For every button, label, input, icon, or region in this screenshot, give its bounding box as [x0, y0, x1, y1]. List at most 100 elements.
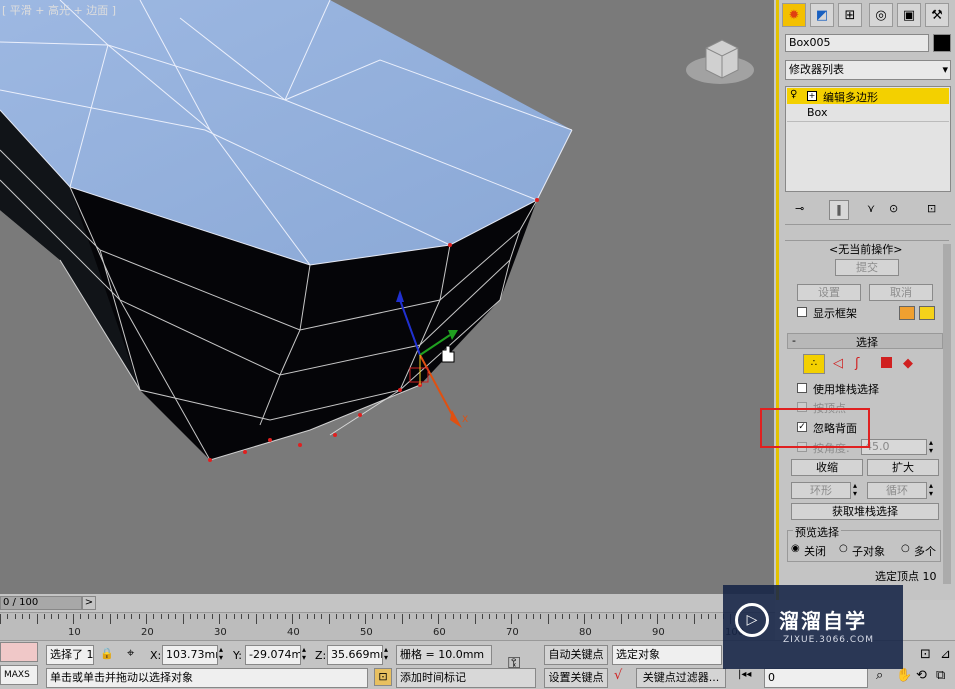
- orbit-icon[interactable]: ⟲: [916, 668, 927, 683]
- absolute-mode-icon[interactable]: ⌖: [127, 646, 134, 661]
- next-frame-icon[interactable]: >: [82, 596, 96, 610]
- timeline-tick: [562, 614, 564, 619]
- stack-item-box[interactable]: Box: [787, 105, 949, 122]
- timeline-tick-label: 60: [433, 627, 446, 638]
- utilities-tab[interactable]: ⚒: [925, 3, 949, 27]
- z-coord-field[interactable]: 35.669mm: [327, 645, 383, 665]
- show-end-icon[interactable]: ‖: [829, 200, 849, 220]
- timeline-tick: [255, 614, 257, 624]
- hierarchy-tab[interactable]: ⊞: [838, 3, 862, 27]
- selection-count: 选择了 1: [46, 645, 94, 665]
- preview-off-radio[interactable]: ◉: [791, 543, 800, 554]
- timeline-tick: [678, 614, 680, 619]
- timeline-tick: [664, 614, 666, 619]
- ring-spinner-icon[interactable]: ▴ ▾: [853, 482, 857, 498]
- create-tab[interactable]: ✹: [782, 3, 806, 27]
- polygon-mode-icon[interactable]: [881, 357, 892, 368]
- modifier-stack: ♀ + 编辑多边形 Box: [785, 86, 951, 192]
- timeline-tick: [481, 614, 483, 619]
- perspective-viewport[interactable]: X [ 平滑 + 高光 + 边面 ]: [0, 0, 774, 594]
- play-logo-icon: ▷: [735, 603, 769, 637]
- panel-scrollbar[interactable]: [943, 244, 951, 584]
- spinner-arrows-icon[interactable]: ▴ ▾: [929, 439, 933, 455]
- settings-button[interactable]: 设置: [797, 284, 861, 301]
- cage-color-swatch[interactable]: [899, 306, 915, 320]
- remove-modifier-icon[interactable]: ⊙: [889, 202, 898, 215]
- timeline-tick-label: 20: [141, 627, 154, 638]
- preview-subobject-radio[interactable]: ○: [839, 543, 848, 554]
- ring-button[interactable]: 环形: [791, 482, 851, 499]
- commit-button[interactable]: 提交: [835, 259, 899, 276]
- modify-tab[interactable]: ◩: [810, 3, 834, 27]
- get-stack-selection-button[interactable]: 获取堆栈选择: [791, 503, 939, 520]
- curve-icon[interactable]: √: [614, 668, 622, 683]
- viewcube-icon[interactable]: [686, 39, 754, 84]
- zoom-icon[interactable]: ⌕: [876, 668, 883, 683]
- modifier-list-dropdown[interactable]: 修改器列表 ▾: [785, 60, 951, 80]
- x-coord-field[interactable]: 103.73mm: [162, 645, 218, 665]
- selected-objects-dropdown[interactable]: 选定对象: [612, 645, 722, 665]
- add-time-tag-button[interactable]: 添加时间标记: [396, 668, 536, 688]
- timeline-tick: [489, 614, 491, 619]
- sun-icon: ✹: [788, 7, 800, 23]
- object-color-swatch[interactable]: [933, 34, 951, 52]
- motion-tab[interactable]: ◎: [869, 3, 893, 27]
- angle-spinner[interactable]: 45.0: [861, 439, 927, 455]
- lock-icon[interactable]: 🔒: [100, 647, 114, 660]
- show-cage-checkbox[interactable]: [797, 307, 807, 317]
- maximize-viewport-icon[interactable]: ⧉: [936, 668, 945, 683]
- loop-button[interactable]: 循环: [867, 482, 927, 499]
- timeline-tick: [167, 614, 169, 619]
- use-stack-selection-checkbox[interactable]: [797, 383, 807, 393]
- stack-item-editpoly[interactable]: ♀ + 编辑多边形: [787, 88, 949, 104]
- preview-selection-label: 预览选择: [793, 524, 841, 540]
- time-slider[interactable]: 0 / 100: [0, 596, 82, 610]
- prev-key-icon[interactable]: |◂◂: [738, 669, 751, 680]
- loop-spinner-icon[interactable]: ▴ ▾: [929, 482, 933, 498]
- timeline-tick: [94, 614, 96, 619]
- motion-icon: ◎: [875, 7, 887, 23]
- maxscript-listener[interactable]: [0, 642, 38, 662]
- edge-mode-icon[interactable]: ◁: [833, 356, 843, 371]
- viewport-label[interactable]: [ 平滑 + 高光 + 边面 ]: [2, 2, 116, 18]
- make-unique-icon[interactable]: ⋎: [867, 202, 875, 215]
- timeline-tick: [248, 614, 250, 619]
- timeline-tick: [102, 614, 104, 619]
- y-spinner-icon[interactable]: ▴ ▾: [302, 646, 306, 662]
- z-spinner-icon[interactable]: ▴ ▾: [384, 646, 388, 662]
- timeline-tick: [372, 614, 374, 619]
- stack-item-label: 编辑多边形: [823, 91, 878, 104]
- highlight-box: [760, 408, 870, 448]
- selection-rollout-header[interactable]: - 选择: [787, 333, 943, 349]
- cancel-button[interactable]: 取消: [869, 284, 933, 301]
- shrink-button[interactable]: 收缩: [791, 459, 863, 476]
- expand-icon[interactable]: +: [807, 91, 817, 101]
- x-spinner-icon[interactable]: ▴ ▾: [219, 646, 223, 662]
- lightbulb-icon[interactable]: ♀: [790, 89, 797, 100]
- field-of-view-icon[interactable]: ⊿: [940, 647, 951, 662]
- frame-field[interactable]: 0: [764, 668, 868, 688]
- time-tag-icon[interactable]: ⊡: [374, 668, 392, 686]
- key-filters-button[interactable]: 关键点过滤器...: [636, 668, 726, 688]
- display-tab[interactable]: ▣: [897, 3, 921, 27]
- timeline-tick: [73, 614, 74, 624]
- pan-hand-icon[interactable]: ✋: [896, 668, 912, 683]
- grow-button[interactable]: 扩大: [867, 459, 939, 476]
- preview-multi-radio[interactable]: ○: [901, 543, 910, 554]
- auto-key-button[interactable]: 自动关键点: [544, 645, 608, 665]
- set-key-button[interactable]: 设置关键点: [544, 668, 608, 688]
- timeline-tick: [401, 614, 403, 624]
- border-mode-icon[interactable]: ʃ: [855, 356, 859, 371]
- configure-icon[interactable]: ⊡: [927, 202, 936, 215]
- object-name-field[interactable]: Box005: [785, 34, 929, 52]
- mesh-render: X: [0, 0, 754, 462]
- cage-selected-color-swatch[interactable]: [919, 306, 935, 320]
- maxscript-mini[interactable]: MAXS: [0, 665, 38, 685]
- y-coord-field[interactable]: -29.074mm: [245, 645, 301, 665]
- pin-icon[interactable]: ⊸: [795, 202, 804, 215]
- vertex-mode-icon[interactable]: ∴: [803, 354, 825, 374]
- gizmo-x-label: X: [462, 415, 468, 425]
- zoom-extents-icon[interactable]: ⊡: [920, 647, 931, 662]
- timeline-tick: [459, 614, 461, 619]
- element-mode-icon[interactable]: ◆: [903, 356, 913, 371]
